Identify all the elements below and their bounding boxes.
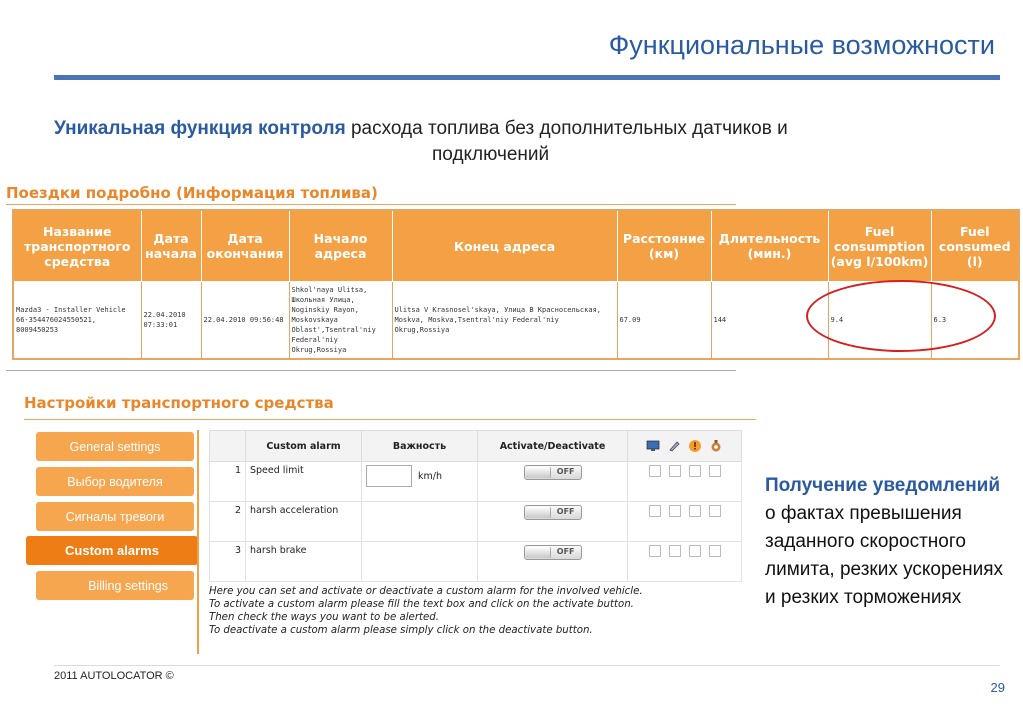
alarm-number: 3 (209, 541, 246, 582)
page-number: 29 (990, 680, 1005, 695)
col-fuel-consumption[interactable]: Fuel consumption (avg l/100km) (827, 209, 932, 282)
settings-icon (709, 439, 723, 453)
alarm-name: Speed limit (245, 461, 362, 502)
alert-checkbox[interactable] (648, 545, 661, 557)
instruction-line: To deactivate a custom alarm please simp… (209, 625, 593, 636)
col-fuel-consumed[interactable]: Fuel consumed (l) (930, 209, 1020, 282)
col-start-date[interactable]: Дата начала (140, 209, 202, 282)
notification-rest: о фактах превышения заданного скоростног… (765, 503, 1004, 608)
col-duration[interactable]: Длительность (мин.) (710, 209, 829, 282)
custom-alarms-table: Custom alarm Важность Activate/Deactivat… (209, 430, 742, 582)
alarm-name: harsh brake (245, 541, 362, 582)
cell-start-date: 22.04.2010 07:33:01 (140, 281, 202, 360)
notification-emphasis: Получение уведомлений (765, 475, 1001, 496)
vehicle-heading-rule (24, 419, 756, 420)
col-custom-alarm: Custom alarm (245, 430, 362, 462)
col-vehicle-name[interactable]: Название транспортного средства (12, 209, 142, 282)
vehicle-section-heading: Настройки транспортного средства (24, 394, 334, 412)
toggle-knob (525, 547, 551, 558)
cell-end-date: 22.04.2010 09:56:48 (200, 281, 290, 360)
cell-end-address: Ulitsa V Krasnosel'skaya, Улица В Красно… (391, 281, 618, 360)
instruction-line: Then check the ways you want to be alert… (209, 612, 439, 623)
alarm-toggle-cell: OFF (477, 501, 628, 542)
section-separator (6, 370, 736, 371)
alert-checkbox[interactable] (688, 545, 701, 557)
instruction-line: Here you can set and activate or deactiv… (209, 586, 643, 597)
subtitle-emphasis: Уникальная функция контроля (54, 118, 346, 139)
subtitle-text-line2: подключений (432, 144, 550, 165)
sidebar-item-custom-alarms[interactable]: Custom alarms (26, 536, 198, 565)
alert-checkbox[interactable] (688, 505, 701, 517)
alarm-number: 1 (209, 461, 246, 502)
monitor-icon (646, 439, 660, 453)
table-row: 3 harsh brake OFF (209, 541, 742, 582)
activate-toggle[interactable]: OFF (523, 545, 582, 560)
cell-start-address: Shkol'naya Ulitsa, Школьная Улица, Nogin… (288, 281, 393, 360)
alert-ways-cell (627, 541, 742, 582)
col-distance[interactable]: Расстояние (км) (616, 209, 712, 282)
alert-checkbox[interactable] (708, 465, 721, 477)
alarm-name: harsh acceleration (245, 501, 362, 542)
speed-unit: km/h (418, 470, 442, 482)
toggle-label: OFF (556, 467, 575, 476)
alarm-number: 2 (209, 501, 246, 542)
alarm-importance (361, 501, 478, 542)
col-activate: Activate/Deactivate (477, 430, 628, 462)
activate-toggle[interactable]: OFF (523, 465, 582, 480)
cell-distance: 67.09 (616, 281, 712, 360)
alarm-importance: km/h (361, 461, 478, 502)
sidebar-divider (197, 430, 199, 654)
col-number (209, 430, 246, 462)
toggle-label: OFF (556, 547, 575, 556)
alarm-instructions: Here you can set and activate or deactiv… (209, 585, 643, 637)
fuel-heading-rule (6, 204, 736, 205)
pen-icon (667, 439, 681, 453)
alert-checkbox[interactable] (668, 545, 681, 557)
activate-toggle[interactable]: OFF (523, 505, 582, 520)
sidebar-item-alarm-signals[interactable]: Сигналы тревоги (36, 502, 194, 531)
table-row: 2 harsh acceleration OFF (209, 501, 742, 542)
alert-checkbox[interactable] (648, 465, 661, 477)
col-end-date[interactable]: Дата окончания (200, 209, 290, 282)
highlight-ellipse (806, 280, 996, 352)
alert-checkbox[interactable] (708, 505, 721, 517)
notification-text: Получение уведомлений о фактах превышени… (765, 472, 1005, 612)
col-end-address[interactable]: Конец адреса (391, 209, 618, 282)
alarm-toggle-cell: OFF (477, 541, 628, 582)
col-start-address[interactable]: Начало адреса (288, 209, 393, 282)
alert-checkbox[interactable] (708, 545, 721, 557)
col-importance: Важность (361, 430, 478, 462)
alert-checkbox[interactable] (668, 505, 681, 517)
alert-checkbox[interactable] (668, 465, 681, 477)
col-alert-ways (627, 430, 742, 462)
footer-divider (54, 665, 1000, 666)
title-divider (54, 75, 1000, 80)
toggle-label: OFF (556, 507, 575, 516)
slide-subtitle: Уникальная функция контроля расхода топл… (54, 118, 984, 166)
alert-ways-cell (627, 501, 742, 542)
alarm-toggle-cell: OFF (477, 461, 628, 502)
alert-checkbox[interactable] (648, 505, 661, 517)
sidebar-item-billing-settings[interactable]: Billing settings (36, 571, 194, 600)
toggle-knob (525, 467, 551, 478)
sidebar-item-driver-select[interactable]: Выбор водителя (36, 467, 194, 496)
subtitle-text: расхода топлива без дополнительных датчи… (345, 118, 788, 139)
toggle-knob (525, 507, 551, 518)
cell-vehicle-name: Mazda3 - Installer Vehicle 66-3544760245… (12, 281, 142, 360)
instruction-line: To activate a custom alarm please fill t… (209, 599, 634, 610)
table-row: 1 Speed limit km/h OFF (209, 461, 742, 502)
slide-title: Функциональные возможности (608, 30, 995, 60)
sidebar-item-general-settings[interactable]: General settings (36, 432, 194, 461)
fuel-section-heading: Поездки подробно (Информация топлива) (6, 184, 378, 202)
alert-ways-cell (627, 461, 742, 502)
alert-icon (688, 439, 702, 453)
footer-copyright: 2011 AUTOLOCATOR © (54, 670, 174, 682)
alarm-importance (361, 541, 478, 582)
alert-checkbox[interactable] (688, 465, 701, 477)
speed-limit-input[interactable] (366, 465, 412, 487)
